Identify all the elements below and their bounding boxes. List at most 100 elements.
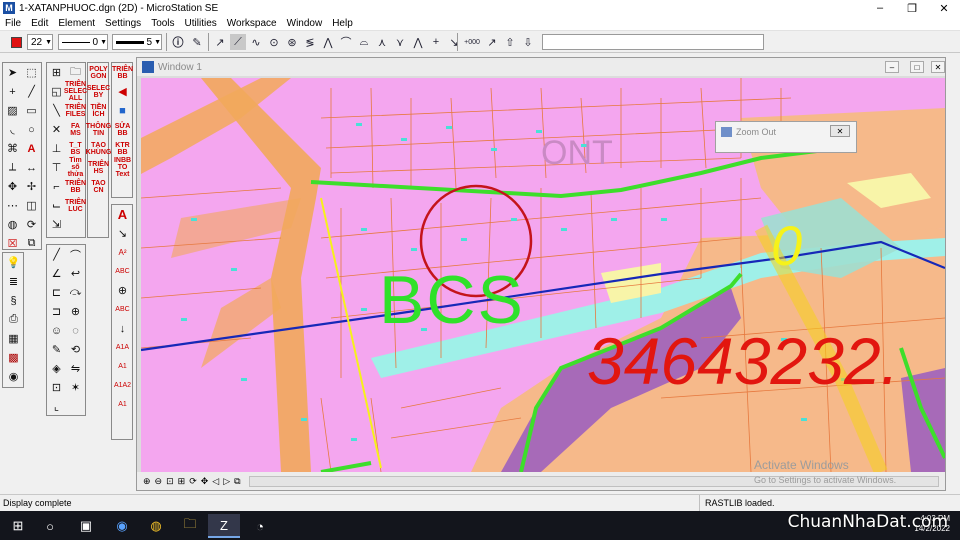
line-join-icon[interactable]: ⊥ xyxy=(47,139,66,158)
arc-curve-icon[interactable]: ⌒ xyxy=(66,245,85,264)
trien-bb-top-button[interactable]: TRIÊN BB xyxy=(112,63,133,82)
active-color-swatch[interactable] xyxy=(8,34,24,50)
restore-button[interactable]: ❐ xyxy=(896,0,928,16)
square-blue-icon[interactable]: ■ xyxy=(113,101,132,120)
trim-icon[interactable]: ╲ xyxy=(47,101,66,120)
tao-cn-button[interactable]: TAO CN xyxy=(89,177,108,196)
arc-center-icon[interactable]: ⌓ xyxy=(356,34,372,50)
trien-luc-button[interactable]: TRIÊN LUC xyxy=(65,196,86,215)
inbb-to-text-button[interactable]: INBB TO Text xyxy=(113,157,132,178)
bracket-icon[interactable]: ⊏ xyxy=(47,283,66,302)
light-bulb-icon[interactable]: 💡 xyxy=(4,253,23,272)
edit-text-icon[interactable]: ↘ xyxy=(113,224,132,243)
scale-tool-icon[interactable]: ◫ xyxy=(22,196,41,215)
windows-start-icon[interactable]: ⊞ xyxy=(2,514,34,538)
extend-icon[interactable]: ⋀ xyxy=(410,34,426,50)
trien-bb-button[interactable]: TRIÊN BB xyxy=(65,177,86,196)
return-icon[interactable]: ↩ xyxy=(66,264,85,283)
delete-tool-icon[interactable]: ☒ xyxy=(3,234,22,253)
text-a2-icon[interactable]: A² xyxy=(113,243,132,262)
smile-icon[interactable]: ☺ xyxy=(47,321,66,340)
snap-icon[interactable]: ⊛ xyxy=(284,34,300,50)
text-align-icon[interactable]: A1A xyxy=(113,338,132,357)
menu-element[interactable]: Element xyxy=(53,18,100,29)
coordinates-icon[interactable]: +000 xyxy=(462,34,482,50)
rectangle-tool-icon[interactable]: ▭ xyxy=(22,101,41,120)
target-icon[interactable]: ◉ xyxy=(4,367,23,386)
dimension-tool-icon[interactable]: ↔ xyxy=(22,158,41,177)
s-curve-icon[interactable]: § xyxy=(4,291,23,310)
circle-icon[interactable]: ⊙ xyxy=(266,34,282,50)
circle-tool-icon[interactable]: ○ xyxy=(22,120,41,139)
tien-ich-button[interactable]: TIỀN ÍCH xyxy=(89,101,108,120)
line-tool-icon[interactable]: ╱ xyxy=(22,82,41,101)
circle-dash-icon[interactable]: ◌ xyxy=(66,321,85,340)
select-all-button[interactable]: TRIÊN SELEC ALL xyxy=(64,81,87,102)
cross-icon[interactable]: ✕ xyxy=(47,120,66,139)
view-minimize-button[interactable]: – xyxy=(885,61,899,73)
zoom-icon[interactable]: ⊞ xyxy=(47,63,66,82)
zoom-in-icon[interactable]: ⊕ xyxy=(143,476,151,487)
grid-icon[interactable]: ▦ xyxy=(4,329,23,348)
drop-tool-icon[interactable]: ⧉ xyxy=(22,234,41,253)
insert-vertex-icon[interactable]: + xyxy=(428,34,444,50)
thong-tin-button[interactable]: THÔNG TIN xyxy=(86,120,111,139)
line-segment-icon[interactable]: ╱ xyxy=(47,245,66,264)
minimize-button[interactable]: – xyxy=(864,0,896,16)
copy-view-icon[interactable]: ⧉ xyxy=(234,476,240,487)
menu-tools[interactable]: Tools xyxy=(146,18,179,29)
extend-line-icon[interactable]: ⇲ xyxy=(47,215,66,234)
text-a1-a2-icon[interactable]: A1A2 xyxy=(113,376,132,395)
text-tool-icon[interactable]: A xyxy=(22,139,41,158)
triangle-left-icon[interactable]: ◀ xyxy=(113,82,132,101)
select-by-button[interactable]: SELEC BY xyxy=(87,82,110,101)
line-weight-dropdown[interactable]: 5 ▼ xyxy=(112,34,162,50)
measure-tool-icon[interactable]: ⟂ xyxy=(3,158,22,177)
move-tool-icon[interactable]: ✢ xyxy=(22,177,41,196)
arrow-down-icon[interactable]: ⇩ xyxy=(520,34,536,50)
point-tool-icon[interactable]: + xyxy=(3,82,22,101)
zoom-out-icon[interactable]: ⊖ xyxy=(155,476,163,487)
chat-app-icon[interactable]: ◔ xyxy=(244,514,276,538)
menu-file[interactable]: File xyxy=(0,18,26,29)
select-arrow-icon[interactable]: ➤ xyxy=(3,63,22,82)
pattern-tool-icon[interactable]: ▨ xyxy=(3,101,22,120)
text-abc-icon[interactable]: ABC xyxy=(113,262,132,281)
hook-icon[interactable]: ⤼ xyxy=(66,283,85,302)
arc-icon[interactable]: ⌒ xyxy=(338,34,354,50)
rotate-view-icon[interactable]: ⟳ xyxy=(189,476,197,487)
arc-tool-icon[interactable]: ◟ xyxy=(3,120,22,139)
view-close-button[interactable]: ✕ xyxy=(931,61,945,73)
view-next-icon[interactable]: ▷ xyxy=(223,476,230,487)
layer-icon[interactable]: ≣ xyxy=(4,272,23,291)
microstation-app-icon[interactable]: M xyxy=(3,2,15,14)
color-index-dropdown[interactable]: 22 ▼ xyxy=(27,34,53,50)
ktr-bb-button[interactable]: KTR BB xyxy=(113,139,132,158)
circle-center-icon[interactable]: ⊕ xyxy=(66,302,85,321)
fence-tool-icon[interactable]: ⬚ xyxy=(22,63,41,82)
search-icon[interactable]: ○ xyxy=(34,514,66,538)
smartline-icon[interactable]: ⟋ xyxy=(230,34,246,50)
zoom-out-close-button[interactable]: ✕ xyxy=(830,125,850,137)
explode-icon[interactable]: ✶ xyxy=(66,378,85,397)
key-in-icon[interactable]: ↗ xyxy=(484,34,500,50)
menu-utilities[interactable]: Utilities xyxy=(180,18,222,29)
place-text-icon[interactable]: A xyxy=(113,205,132,224)
folder-icon[interactable]: 🗀 xyxy=(66,63,85,82)
trien-hs-button[interactable]: TRIÊN HS xyxy=(88,158,109,177)
view-maximize-button[interactable]: □ xyxy=(910,61,924,73)
break-icon[interactable]: ⌙ xyxy=(47,196,66,215)
flip-icon[interactable]: ⇋ xyxy=(66,359,85,378)
tao-khung-button[interactable]: TẠO KHUNG xyxy=(86,139,112,158)
corner-icon[interactable]: ⌞ xyxy=(47,397,66,416)
files-button[interactable]: TRIÊN FILES xyxy=(65,101,86,120)
print-icon[interactable]: ⎙ xyxy=(4,310,23,329)
sua-bb-button[interactable]: SỬA BB xyxy=(113,120,132,139)
insert-icon[interactable]: ⊤ xyxy=(47,158,66,177)
meet-now-icon[interactable]: ▣ xyxy=(70,514,102,538)
place-line-icon[interactable]: ↗ xyxy=(212,34,228,50)
close-button[interactable]: ✕ xyxy=(928,0,960,16)
menu-workspace[interactable]: Workspace xyxy=(222,18,282,29)
tt-bs-button[interactable]: T_T BS xyxy=(66,139,85,158)
fence-icon[interactable]: ⋀ xyxy=(320,34,336,50)
